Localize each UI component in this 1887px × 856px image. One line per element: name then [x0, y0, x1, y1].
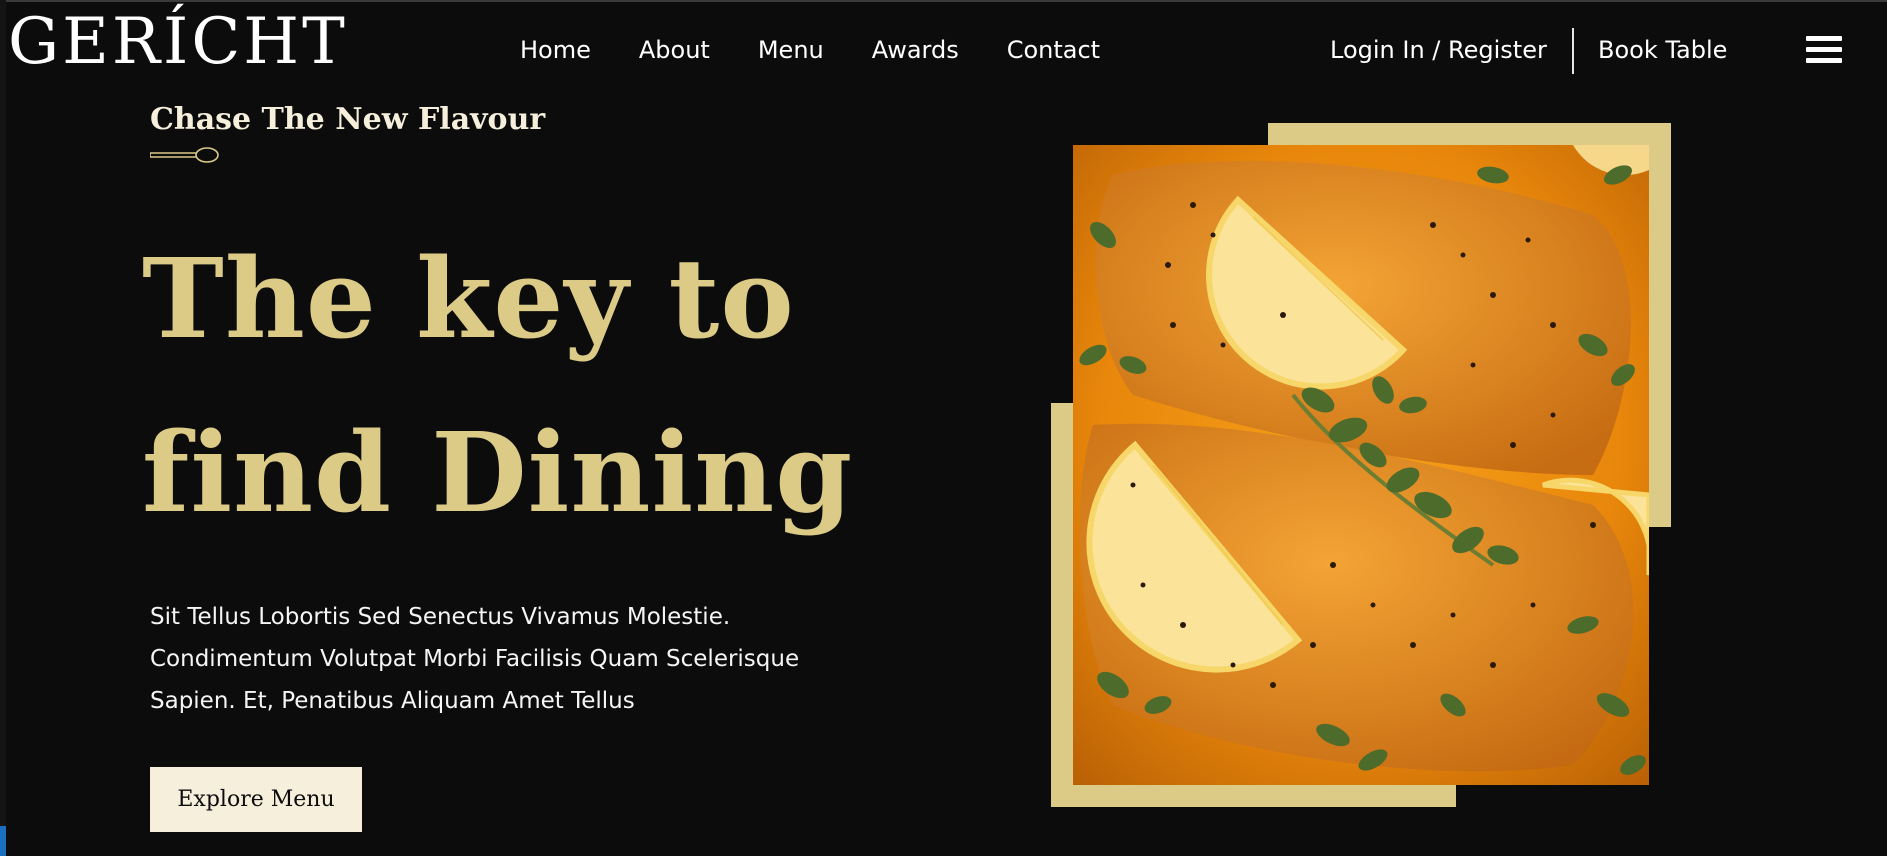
- window-top-border: [0, 0, 1887, 2]
- hamburger-bar: [1806, 36, 1842, 41]
- window-left-edge: [0, 0, 6, 856]
- hero-headline: The key to find Dining: [142, 212, 853, 560]
- header-divider: [1572, 28, 1574, 74]
- hamburger-bar: [1806, 58, 1842, 63]
- hero-subtitle: Chase The New Flavour: [150, 102, 546, 137]
- salmon-dish-illustration: [1073, 145, 1649, 785]
- nav-item-contact[interactable]: Contact: [1007, 36, 1100, 64]
- hero-food-image: [1073, 145, 1649, 785]
- hero-headline-line: The key to: [142, 234, 795, 363]
- brand-logo[interactable]: GERÍCHT: [8, 10, 348, 74]
- login-register-link[interactable]: Login In / Register: [1330, 36, 1547, 64]
- nav-item-awards[interactable]: Awards: [872, 36, 959, 64]
- hamburger-bar: [1806, 47, 1842, 52]
- hero-headline-line: find Dining: [142, 408, 854, 537]
- spoon-icon: [150, 147, 219, 163]
- hamburger-icon[interactable]: [1806, 36, 1842, 64]
- nav-item-menu[interactable]: Menu: [758, 36, 824, 64]
- book-table-link[interactable]: Book Table: [1598, 36, 1727, 64]
- nav-item-home[interactable]: Home: [520, 36, 591, 64]
- nav-item-about[interactable]: About: [639, 36, 710, 64]
- main-nav: Home About Menu Awards Contact: [520, 36, 1100, 64]
- taskbar-edge-indicator: [0, 826, 6, 856]
- hero-description: Sit Tellus Lobortis Sed Senectus Vivamus…: [150, 604, 800, 714]
- explore-menu-button[interactable]: Explore Menu: [150, 767, 362, 832]
